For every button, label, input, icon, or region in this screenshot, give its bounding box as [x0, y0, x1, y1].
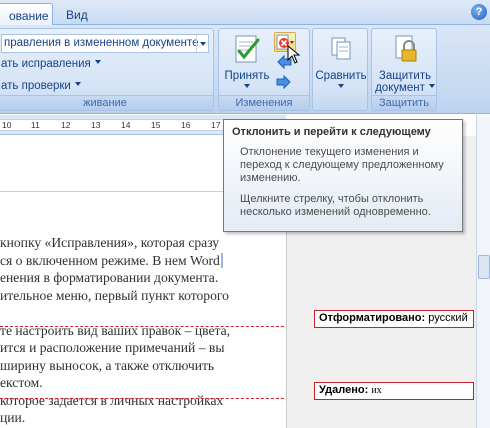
formatting-balloon[interactable]: Отформатировано: русский [314, 310, 474, 328]
reject-button-tooltip: Отклонить и перейти к следующему Отклоне… [223, 119, 463, 232]
document-line: которое задается в личных настройках [0, 392, 224, 408]
protect-label-line2-wrap: документ [374, 82, 436, 94]
page-border [0, 191, 230, 192]
ruler-number: 14 [121, 120, 131, 130]
next-change-button[interactable] [274, 73, 296, 93]
ruler-number: 16 [181, 120, 191, 130]
mouse-cursor-icon [287, 45, 301, 64]
protect-document-button[interactable]: Защитить документ [374, 33, 436, 94]
compare-documents-icon [331, 37, 351, 60]
reviewing-pane-label: ать проверки [1, 80, 71, 92]
protect-label-line2: документ [375, 82, 425, 94]
tab-review[interactable]: ование [0, 3, 53, 26]
chevron-down-icon [94, 60, 101, 67]
protect-group: Защитить документ Защитить [371, 28, 437, 111]
document-line [0, 304, 280, 322]
display-for-review-value: правления в измененном документе [4, 37, 199, 49]
ruler-number: 13 [91, 120, 101, 130]
compare-button[interactable]: Сравнить [315, 33, 367, 94]
tooltip-line: Отклонение текущего изменения и [240, 146, 419, 158]
change-connector-line [0, 326, 314, 327]
tooltip-line: переход к следующему предложенному [240, 159, 444, 171]
accept-document-icon [235, 35, 260, 63]
chevron-down-icon[interactable] [196, 35, 208, 52]
tab-view[interactable]: Вид [56, 3, 98, 26]
changes-group-label: Изменения [219, 95, 309, 110]
document-line: ится и расположение примечаний – вы [0, 340, 225, 355]
balloon-value: их [371, 385, 382, 396]
tooltip-paragraph: Щелкните стрелку, чтобы отклонить нескол… [240, 193, 454, 219]
reviewing-pane-button[interactable]: ать проверки [1, 80, 81, 92]
tooltip-title: Отклонить и перейти к следующему [232, 126, 431, 138]
document-line: ции. [0, 410, 26, 425]
document-line: ительное меню, первый пункт которого [0, 287, 229, 303]
compare-label: Сравнить [315, 70, 367, 82]
protect-group-label: Защитить [372, 95, 436, 110]
document-line: енения в форматировании документа. [0, 270, 219, 285]
ribbon: правления в измененном документе ать исп… [0, 25, 490, 114]
tooltip-paragraph: Отклонение текущего изменения и переход … [240, 146, 454, 185]
accept-label: Принять [224, 70, 270, 82]
display-for-review-combo[interactable]: правления в измененном документе [1, 34, 209, 53]
ruler-number: 10 [2, 120, 12, 130]
document-line: екстом. [0, 375, 43, 390]
chevron-down-icon[interactable] [244, 84, 250, 91]
lock-document-icon [395, 35, 417, 62]
next-arrow-icon [276, 74, 291, 90]
balloon-type-label: Отформатировано: [319, 312, 426, 324]
document-line: ширину выносок, а также отключить [0, 357, 215, 373]
document-line-text: ся о включенном режиме. В нем Word [0, 252, 223, 268]
chevron-down-icon [338, 84, 344, 91]
tracking-group-label: живание [0, 95, 213, 110]
ribbon-tab-bar: ование Вид ? [0, 0, 490, 26]
deletion-balloon[interactable]: Удалено: их [314, 382, 474, 400]
tracking-group: правления в измененном документе ать исп… [0, 28, 214, 111]
document-line: ся о включенном режиме. В нем Word [0, 252, 280, 270]
compare-group: Сравнить [312, 28, 368, 111]
balloon-type-label: Удалено: [319, 384, 369, 396]
protect-label-line1: Защитить [378, 70, 432, 82]
show-markup-label: ать исправления [1, 58, 91, 70]
balloon-value: русский [428, 312, 468, 324]
ruler-number: 15 [151, 120, 161, 130]
ruler-number: 17 [211, 120, 221, 130]
tooltip-line: изменению. [240, 172, 301, 184]
show-markup-button[interactable]: ать исправления [1, 58, 101, 70]
document-line: те настроить вид ваших правок – цвета, [0, 322, 231, 338]
help-icon[interactable]: ? [471, 4, 487, 20]
ruler-number: 12 [61, 120, 71, 130]
tooltip-line: Щелкните стрелку, чтобы отклонить [240, 193, 424, 205]
scrollbar-thumb[interactable] [478, 255, 490, 279]
chevron-down-icon [428, 84, 435, 91]
accept-button[interactable]: Принять [222, 33, 272, 94]
change-connector-line [0, 398, 314, 399]
tooltip-line: несколько изменений одновременно. [240, 206, 431, 218]
document-line: кнопку «Исправления», которая сразу [0, 235, 220, 250]
ruler-number: 11 [31, 120, 40, 130]
tooltip-body: Отклонение текущего изменения и переход … [232, 146, 454, 219]
vertical-scrollbar[interactable] [476, 115, 490, 428]
chevron-down-icon [74, 82, 81, 89]
changes-group: Принять Изменения [218, 28, 310, 111]
